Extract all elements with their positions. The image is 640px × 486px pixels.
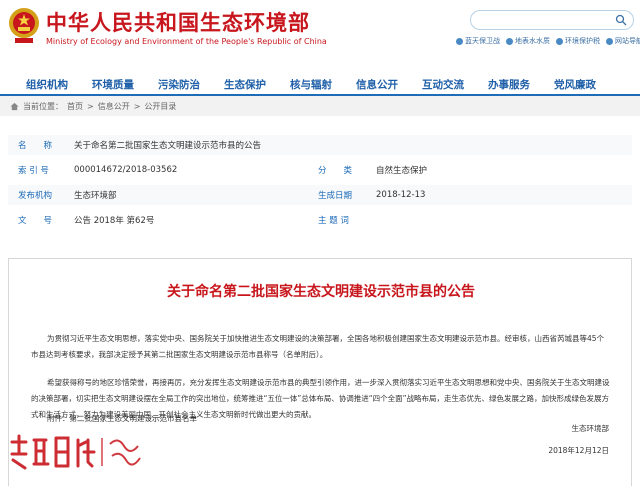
article-signature: 生态环境部: [571, 424, 610, 433]
breadcrumb-item-info[interactable]: 信息公开: [98, 101, 130, 112]
doc-number-value: 公告 2018年 第62号: [74, 216, 155, 226]
name-value: 关于命名第二批国家生态文明建设示范市县的公告: [74, 141, 262, 151]
national-emblem-icon[interactable]: [7, 5, 41, 45]
quick-links: 蓝天保卫战 地表水水质 环境保护税 网站导航: [456, 36, 640, 46]
date-value: 2018-12-13: [376, 190, 426, 200]
nav-item-integrity[interactable]: 党风廉政: [542, 77, 608, 92]
breadcrumb: 当前位置： 首页 > 信息公开 > 公开目录: [0, 96, 640, 116]
nav-item-environment-quality[interactable]: 环境质量: [80, 77, 146, 92]
article-title: 关于命名第二批国家生态文明建设示范市县的公告: [167, 284, 475, 300]
blue-sky-icon: [456, 37, 463, 45]
site-header: 中华人民共和国生态环境部 Ministry of Ecology and Env…: [0, 0, 640, 74]
doc-number-label: 文 号: [18, 216, 53, 226]
category-label: 分 类: [318, 166, 353, 176]
nav-item-info-disclosure[interactable]: 信息公开: [344, 77, 410, 92]
attachment-link[interactable]: 附件：第二批国家生态文明建设示范市县名单: [47, 413, 197, 424]
breadcrumb-item-home[interactable]: 首页: [67, 101, 83, 112]
name-label: 名 称: [18, 141, 53, 151]
document-info-table: 名 称 关于命名第二批国家生态文明建设示范市县的公告 索 引 号 0000146…: [8, 135, 632, 235]
breadcrumb-item-catalog[interactable]: 公开目录: [144, 101, 176, 112]
nav-item-ecological-protection[interactable]: 生态保护: [212, 77, 278, 92]
breadcrumb-separator: >: [87, 101, 94, 111]
info-row-name: 名 称 关于命名第二批国家生态文明建设示范市县的公告: [8, 135, 632, 155]
topic-label: 主 题 词: [318, 216, 349, 226]
search-icon[interactable]: [615, 14, 627, 26]
category-value: 自然生态保护: [376, 166, 428, 176]
nav-item-organization[interactable]: 组织机构: [14, 77, 80, 92]
nav-item-pollution-control[interactable]: 污染防治: [146, 77, 212, 92]
breadcrumb-separator: >: [133, 101, 141, 111]
nav-item-interaction[interactable]: 互动交流: [410, 77, 476, 92]
nav-item-nuclear-radiation[interactable]: 核与辐射: [278, 77, 344, 92]
index-label: 索 引 号: [18, 166, 49, 176]
site-nav-icon: [606, 37, 613, 45]
info-row-index: 索 引 号 000014672/2018-03562 分 类 自然生态保护: [8, 160, 632, 180]
article-date: 2018年12月12日: [548, 446, 609, 455]
env-tax-icon: [556, 37, 563, 45]
search-input[interactable]: [470, 10, 634, 30]
water-quality-icon: [506, 37, 513, 45]
index-value: 000014672/2018-03562: [74, 165, 178, 175]
article-paragraph: 为贯彻习近平生态文明思想，落实党中央、国务院关于加快推进生态文明建设的决策部署，…: [31, 334, 605, 359]
site-subtitle: Ministry of Ecology and Environment of t…: [46, 37, 327, 46]
info-row-doc: 文 号 公告 2018年 第62号 主 题 词: [8, 210, 632, 230]
jilin-daily-watermark-logo: [10, 434, 141, 470]
quick-link-env-tax[interactable]: 环境保护税: [556, 36, 600, 46]
publisher-value: 生态环境部: [74, 191, 117, 201]
info-row-publisher: 发布机构 生态环境部 生成日期 2018-12-13: [8, 185, 632, 205]
quick-link-blue-sky[interactable]: 蓝天保卫战: [456, 36, 500, 46]
breadcrumb-prefix: 当前位置：: [23, 101, 63, 111]
main-nav: 组织机构 环境质量 污染防治 生态保护 核与辐射 信息公开 互动交流 办事服务 …: [0, 74, 640, 96]
quick-link-site-nav[interactable]: 网站导航: [606, 36, 640, 46]
home-icon: [10, 102, 19, 110]
publisher-label: 发布机构: [18, 191, 53, 201]
quick-link-water-quality[interactable]: 地表水水质: [506, 36, 550, 46]
site-title[interactable]: 中华人民共和国生态环境部: [46, 7, 310, 37]
date-label: 生成日期: [318, 191, 353, 201]
nav-item-services[interactable]: 办事服务: [476, 77, 542, 92]
